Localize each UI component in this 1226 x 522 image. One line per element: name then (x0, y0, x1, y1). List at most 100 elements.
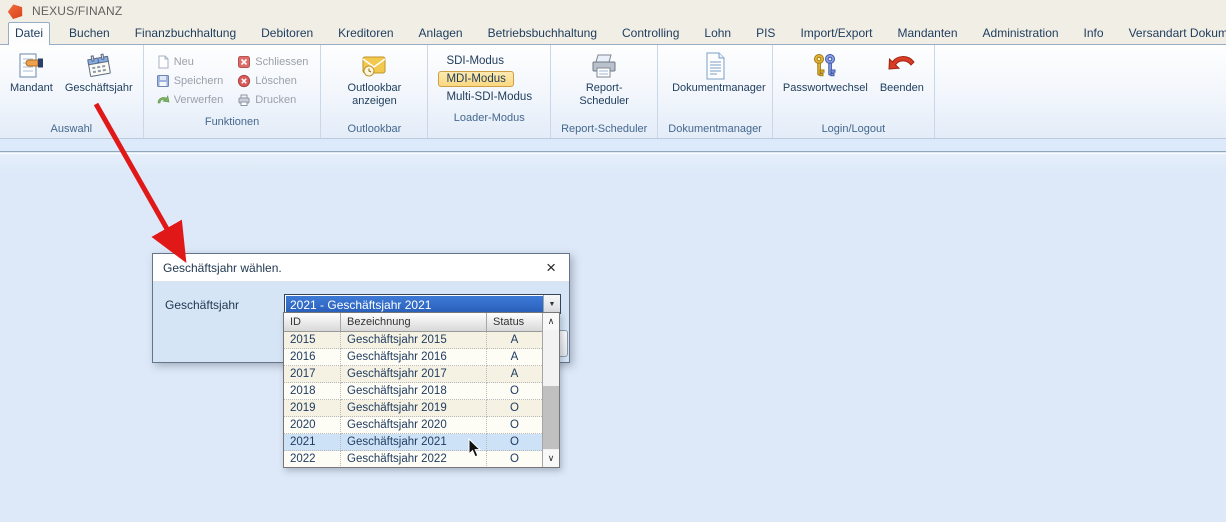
ribbon-group-loader-modus: SDI-Modus MDI-Modus Multi-SDI-Modus Loader-… (428, 45, 551, 138)
dialog-close-icon[interactable]: × (543, 259, 559, 276)
tab-import-export[interactable]: Import/Export (794, 23, 878, 44)
cell-status: A (487, 366, 542, 383)
speichern-button[interactable]: Speichern (156, 74, 224, 88)
cell-bezeichnung: Geschäftsjahr 2015 (341, 332, 487, 349)
new-page-icon (156, 55, 170, 69)
column-header-bezeichnung: Bezeichnung (341, 313, 487, 331)
beenden-button[interactable]: Beenden (876, 49, 928, 97)
fiscal-year-row-2016[interactable]: 2016Geschäftsjahr 2016A (284, 349, 542, 366)
fiscal-year-row-2018[interactable]: 2018Geschäftsjahr 2018O (284, 383, 542, 400)
mandant-button[interactable]: Mandant (6, 49, 57, 97)
l-schen-label: Löschen (255, 75, 297, 87)
delete-icon (237, 74, 251, 88)
cell-bezeichnung: Geschäftsjahr 2022 (341, 451, 487, 467)
fiscal-year-row-2019[interactable]: 2019Geschäftsjahr 2019O (284, 400, 542, 417)
title-bar: NEXUS/FINANZ (0, 0, 1226, 22)
report-scheduler-icon (589, 51, 619, 81)
cell-bezeichnung: Geschäftsjahr 2019 (341, 400, 487, 417)
status-strip (0, 139, 1226, 152)
schliessen-label: Schliessen (255, 56, 308, 68)
outlookbar-anzeigen-label: Outlookbar anzeigen (331, 82, 417, 107)
cell-id: 2020 (284, 417, 341, 434)
neu-button[interactable]: Neu (156, 55, 224, 69)
report-scheduler-label: Report-Scheduler (561, 82, 647, 107)
tab-datei[interactable]: Datei (8, 22, 50, 45)
tab-mandanten[interactable]: Mandanten (891, 23, 963, 44)
fiscal-year-dropdown-list: ID Bezeichnung Status 2015Geschäftsjahr … (283, 312, 560, 468)
dropdown-scrollbar[interactable]: ∧ ∨ (542, 313, 559, 467)
exit-icon (887, 51, 917, 81)
group-content-outlookbar: Outlookbar anzeigen (325, 47, 423, 122)
tab-buchen[interactable]: Buchen (63, 23, 116, 44)
passwortwechsel-button[interactable]: Passwortwechsel (779, 49, 872, 97)
cell-status: O (487, 417, 542, 434)
cell-status: O (487, 434, 542, 451)
group-label-dokumentmanager: Dokumentmanager (662, 122, 768, 138)
mandant-icon (16, 51, 46, 81)
cell-id: 2015 (284, 332, 341, 349)
fiscal-year-row-2015[interactable]: 2015Geschäftsjahr 2015A (284, 332, 542, 349)
tab-anlagen[interactable]: Anlagen (413, 23, 469, 44)
close-red-icon (237, 55, 251, 69)
drucken-label: Drucken (255, 94, 296, 106)
app-logo-icon (6, 2, 25, 20)
ribbon-group-dokumentmanager: Dokumentmanager Dokumentmanager (658, 45, 773, 138)
document-icon (700, 51, 730, 81)
group-content-funktionen: Neu Schliessen Speichern Löschen Verwerfen Dr… (148, 47, 317, 115)
mdi-modus-button[interactable]: MDI-Modus (438, 71, 513, 87)
fiscal-year-combobox[interactable]: 2021 - Geschäftsjahr 2021 ▼ (284, 294, 561, 314)
outlookbar-anzeigen-button[interactable]: Outlookbar anzeigen (327, 49, 421, 109)
ribbon: Mandant 3Geschäftsjahr Auswahl Neu Schliesse… (0, 45, 1226, 139)
scroll-down-icon[interactable]: ∨ (543, 450, 559, 467)
window-title: NEXUS/FINANZ (32, 4, 122, 18)
discard-icon (156, 93, 170, 107)
tab-administration[interactable]: Administration (977, 23, 1065, 44)
dropdown-rows: 2015Geschäftsjahr 2015A2016Geschäftsjahr… (284, 332, 542, 467)
cell-id: 2018 (284, 383, 341, 400)
tab-debitoren[interactable]: Debitoren (255, 23, 319, 44)
drucken-button[interactable]: Drucken (237, 93, 308, 107)
group-content-auswahl: Mandant 3Geschäftsjahr (4, 47, 139, 122)
verwerfen-button[interactable]: Verwerfen (156, 93, 224, 107)
schliessen-button[interactable]: Schliessen (237, 55, 308, 69)
cell-id: 2016 (284, 349, 341, 366)
fiscal-year-row-2021[interactable]: 2021Geschäftsjahr 2021O (284, 434, 542, 451)
group-label-report-scheduler: Report-Scheduler (555, 122, 653, 138)
save-icon (156, 74, 170, 88)
fiscal-year-row-2022[interactable]: 2022Geschäftsjahr 2022O (284, 451, 542, 467)
report-scheduler-button[interactable]: Report-Scheduler (557, 49, 651, 109)
group-label-outlookbar: Outlookbar (325, 122, 423, 138)
ribbon-group-outlookbar: Outlookbar anzeigen Outlookbar (321, 45, 428, 138)
cell-bezeichnung: Geschäftsjahr 2021 (341, 434, 487, 451)
combobox-dropdown-icon[interactable]: ▼ (543, 295, 560, 313)
dialog-title: Geschäftsjahr wählen. (163, 261, 282, 275)
fiscal-year-row-2020[interactable]: 2020Geschäftsjahr 2020O (284, 417, 542, 434)
dialog-title-bar[interactable]: Geschäftsjahr wählen. × (153, 254, 569, 282)
fiscal-year-row-2017[interactable]: 2017Geschäftsjahr 2017A (284, 366, 542, 383)
scroll-up-icon[interactable]: ∧ (543, 313, 559, 330)
tab-versandart-dokumente[interactable]: Versandart Dokumente (1123, 23, 1226, 44)
scrollbar-thumb[interactable] (543, 386, 559, 449)
mandant-label: Mandant (10, 82, 53, 95)
tab-controlling[interactable]: Controlling (616, 23, 685, 44)
cell-bezeichnung: Geschäftsjahr 2016 (341, 349, 487, 366)
group-label-login-logout: Login/Logout (777, 122, 930, 138)
scrollbar-track[interactable] (543, 330, 559, 450)
tab-betriebsbuchhaltung[interactable]: Betriebsbuchhaltung (482, 23, 603, 44)
tab-bar: Datei Buchen Finanzbuchhaltung Debitoren Kre… (0, 22, 1226, 45)
tab-lohn[interactable]: Lohn (698, 23, 737, 44)
tab-pis[interactable]: PIS (750, 23, 781, 44)
group-label-loader-modus: Loader-Modus (432, 111, 546, 127)
tab-kreditoren[interactable]: Kreditoren (332, 23, 399, 44)
l-schen-button[interactable]: Löschen (237, 74, 308, 88)
tab-finanzbuchhaltung[interactable]: Finanzbuchhaltung (129, 23, 242, 44)
group-label-auswahl: Auswahl (4, 122, 139, 138)
group-label-funktionen: Funktionen (148, 115, 317, 131)
dokumentmanager-button[interactable]: Dokumentmanager (668, 49, 762, 97)
calendar-icon: 3 (84, 51, 114, 81)
cell-id: 2017 (284, 366, 341, 383)
sdi-modus-button[interactable]: SDI-Modus (438, 53, 512, 69)
multi-sdi-modus-button[interactable]: Multi-SDI-Modus (438, 89, 540, 105)
gesch-ftsjahr-button[interactable]: 3Geschäftsjahr (61, 49, 137, 97)
tab-info[interactable]: Info (1078, 23, 1110, 44)
